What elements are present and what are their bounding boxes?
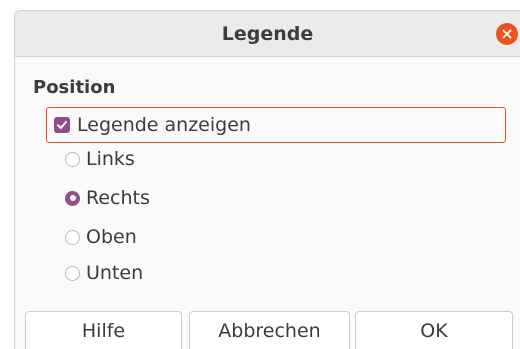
radio-right-label: Rechts [86, 187, 150, 209]
radio-button-bottom[interactable] [65, 265, 80, 281]
radio-top-label: Oben [86, 226, 137, 248]
radio-button-top[interactable] [65, 229, 80, 245]
radio-bottom-label: Unten [86, 262, 144, 284]
radio-selected-dot [69, 195, 76, 201]
dialog-title: Legende [221, 23, 314, 45]
title-bar: Legende [15, 11, 520, 57]
radio-bottom[interactable]: Unten [65, 260, 143, 286]
radio-button-right[interactable] [65, 190, 80, 206]
radio-top[interactable]: Oben [65, 224, 137, 250]
legend-dialog: Legende Position Legende anzeigen Links … [14, 10, 520, 349]
radio-left[interactable]: Links [65, 146, 135, 172]
radio-left-label: Links [86, 148, 135, 170]
cancel-button[interactable]: Abbrechen [189, 311, 350, 349]
radio-right[interactable]: Rechts [65, 185, 150, 211]
show-legend-label: Legende anzeigen [77, 114, 251, 136]
show-legend-checkbox[interactable] [54, 117, 70, 133]
close-icon [502, 29, 512, 39]
help-button[interactable]: Hilfe [25, 311, 182, 349]
position-heading: Position [33, 77, 116, 98]
ok-button[interactable]: OK [355, 311, 513, 349]
radio-button-left[interactable] [65, 151, 80, 167]
checkmark-icon [57, 121, 67, 129]
close-button[interactable] [496, 23, 518, 45]
show-legend-checkbox-row[interactable]: Legende anzeigen [46, 107, 506, 143]
